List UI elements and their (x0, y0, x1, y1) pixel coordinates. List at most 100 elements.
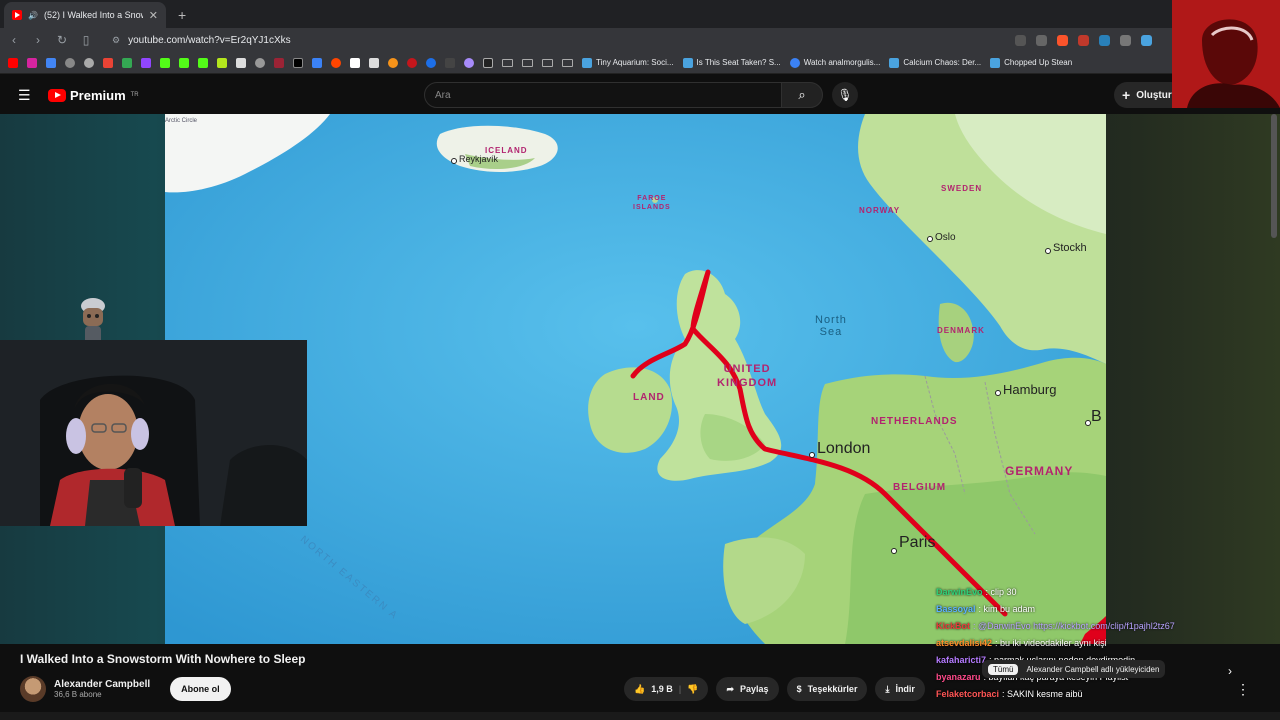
more-options-icon[interactable]: ⋮ (1236, 681, 1250, 698)
search-input[interactable]: Ara (424, 82, 782, 108)
close-tab-icon[interactable]: ✕ (149, 9, 158, 22)
kick-bookmark-icon[interactable] (198, 57, 208, 68)
hamburger-menu-icon[interactable]: ☰ (18, 87, 31, 104)
amazon-bookmark-icon[interactable] (369, 57, 379, 68)
search-button[interactable]: ⌕ (781, 82, 823, 108)
stockholm-dot (1045, 248, 1051, 254)
download-button[interactable]: ⤓ İndir (875, 677, 925, 701)
bookmark-icon[interactable] (426, 57, 436, 68)
reload-icon[interactable]: ↻ (56, 33, 68, 47)
folder-icon[interactable] (562, 58, 573, 67)
map-label-hamburg: Hamburg (1003, 382, 1057, 397)
share-icon: ➦ (726, 683, 735, 694)
chat-message: atsevdalisi42: bu iki videodakiler aynı … (936, 635, 1256, 652)
bookmark-icon (789, 57, 800, 68)
filter-chip-uploader[interactable]: Alexander Campbell adlı yükleyiciden (1026, 665, 1159, 674)
bookmark-icon[interactable] (217, 57, 227, 68)
drive-bookmark-icon[interactable] (122, 57, 132, 68)
globe-bookmark-icon[interactable] (65, 57, 75, 68)
bookmark-icon[interactable] (464, 57, 474, 68)
map-label-belgium: BELGIUM (893, 482, 947, 493)
extension-icon[interactable] (1099, 34, 1110, 46)
channel-name[interactable]: Alexander Campbell (54, 679, 150, 690)
folder-icon[interactable] (542, 58, 553, 67)
folder-icon[interactable] (522, 58, 533, 67)
site-info-icon[interactable]: ⚙ (112, 35, 120, 46)
back-icon[interactable]: ‹ (8, 33, 20, 47)
chat-username: KickBot (936, 621, 971, 631)
bookmark-icon[interactable] (312, 57, 322, 68)
voice-search-button[interactable]: 🎙 (832, 82, 858, 108)
youtube-logo[interactable]: Premium TR (48, 88, 139, 103)
chat-username: DarwinEvo (936, 587, 983, 597)
scrollbar-thumb[interactable] (1271, 114, 1277, 238)
bookmark-link[interactable]: Tiny Aquarium: Soci... (582, 57, 674, 68)
map-label-london: London (817, 440, 871, 457)
bookmark-link[interactable]: Watch analmorgulis... (789, 57, 880, 68)
reddit-bookmark-icon[interactable] (331, 57, 341, 68)
cast-icon[interactable] (1015, 34, 1026, 46)
map-label-oslo: Oslo (935, 232, 956, 243)
browser-tab[interactable]: 🔊 (52) I Walked Into a Snowsto ✕ (4, 2, 166, 28)
bookmark-icon[interactable] (255, 57, 265, 68)
chat-username: byanazaru (936, 672, 981, 682)
chat-text: : @DarwinEvo https://kickbot.com/clip/f1… (973, 621, 1175, 631)
reykjavik-dot (451, 158, 457, 164)
filter-chip-all[interactable]: Tümü (988, 663, 1019, 675)
bookmark-icon[interactable] (407, 57, 417, 68)
youtube-header: ☰ Premium TR Ara ⌕ 🎙 + Oluştur (0, 76, 1280, 114)
thumbs-down-icon[interactable]: 👎 (687, 684, 698, 695)
subscribe-button[interactable]: Abone ol (170, 677, 231, 701)
bookmark-icon[interactable] (388, 57, 398, 68)
bookmark-link[interactable]: Calcium Chaos: Der... (889, 57, 981, 68)
thanks-icon: $ (796, 684, 802, 694)
brave-shield-icon[interactable] (1057, 34, 1068, 46)
extension-icon[interactable] (1141, 34, 1152, 46)
bookmark-icon[interactable] (274, 57, 284, 68)
chat-text: : clip 30 (985, 587, 1017, 597)
like-button[interactable]: 👍 1,9 B | 👎 (624, 677, 709, 701)
anchor-bookmark-icon[interactable] (236, 57, 246, 68)
instagram-bookmark-icon[interactable] (27, 57, 37, 68)
bookmark-icon[interactable] (483, 57, 493, 68)
bookmark-link[interactable]: Chopped Up Stean (990, 57, 1072, 68)
map-label-reykjavik: Reykjavík (459, 154, 499, 164)
chat-message: Bassoyal: kim bu adam (936, 601, 1256, 618)
p-bookmark-icon[interactable] (350, 57, 360, 68)
bookmark-icon[interactable] (445, 57, 455, 68)
address-bar[interactable]: ⚙ youtube.com/watch?v=Er2qYJ1cXks (104, 35, 1003, 46)
thanks-button[interactable]: $ Teşekkürler (786, 677, 868, 701)
map-label-berlin: B (1091, 408, 1102, 425)
chevron-right-icon[interactable]: › (1228, 664, 1232, 678)
speaker-icon[interactable]: 🔊 (28, 11, 38, 20)
bookmark-icon[interactable]: ▯ (80, 33, 92, 47)
folder-icon[interactable] (502, 58, 513, 67)
extension-icon[interactable] (1078, 34, 1089, 46)
portrait-image (1172, 0, 1280, 108)
kick-bookmark-icon[interactable] (160, 57, 170, 68)
extension-icon[interactable] (1120, 34, 1131, 46)
video-actions: 👍 1,9 B | 👎 ➦ Paylaş $ Teşekkürler ⤓ İnd… (624, 677, 925, 701)
tab-title: (52) I Walked Into a Snowsto (43, 10, 143, 20)
share-icon[interactable] (1036, 34, 1047, 46)
steam-icon (582, 57, 592, 68)
hamburg-dot (995, 390, 1001, 396)
browser-tab-bar: 🔊 (52) I Walked Into a Snowsto ✕ + (0, 0, 1280, 28)
twitch-bookmark-icon[interactable] (141, 57, 151, 68)
new-tab-icon[interactable]: + (178, 7, 186, 23)
kick-bookmark-icon[interactable] (179, 57, 189, 68)
bookmark-icon[interactable] (84, 57, 94, 68)
chat-username: Bassoyal (936, 604, 976, 614)
steam-icon (889, 57, 900, 68)
youtube-bookmark-icon[interactable] (8, 57, 18, 68)
horizontal-scrollbar[interactable] (0, 712, 1280, 720)
map-label-paris: Paris (899, 534, 936, 551)
share-button[interactable]: ➦ Paylaş (716, 677, 779, 701)
brand-text: Premium (70, 87, 126, 103)
channel-avatar[interactable] (20, 676, 46, 702)
x-bookmark-icon[interactable] (293, 57, 303, 68)
forward-icon[interactable]: › (32, 33, 44, 47)
gmail-bookmark-icon[interactable] (103, 57, 113, 68)
translate-bookmark-icon[interactable] (46, 57, 56, 68)
bookmark-link[interactable]: Is This Seat Taken? S... (682, 57, 781, 68)
